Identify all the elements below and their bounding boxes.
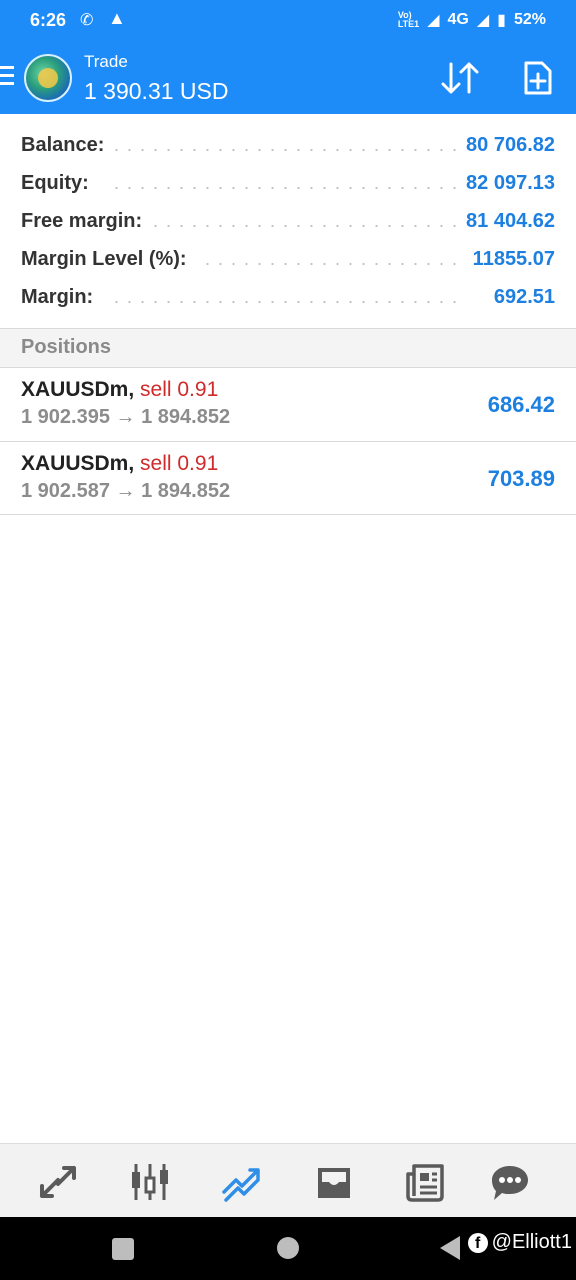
nav-news[interactable] — [404, 1160, 448, 1204]
menu-icon[interactable] — [0, 66, 16, 88]
position-symbol: XAUUSDm, — [21, 452, 135, 475]
summary-value: 692.51 — [483, 286, 555, 309]
summary-label: Margin Level (%): — [21, 248, 197, 271]
position-prices: 1 902.587 → 1 894.852 — [21, 480, 231, 502]
position-prices: 1 902.395 → 1 894.852 — [21, 406, 231, 428]
summary-label: Free margin: — [21, 210, 153, 233]
summary-value: 11855.07 — [462, 248, 555, 271]
summary-row-balance: Balance: 80 706.82 — [0, 126, 576, 164]
back-button[interactable] — [440, 1236, 460, 1260]
summary-row-margin-level: Margin Level (%): 11855.07 — [0, 240, 576, 278]
network-label: 4G — [447, 11, 469, 28]
status-time: 6:26 — [30, 10, 67, 30]
summary-value: 82 097.13 — [456, 172, 555, 195]
recents-button[interactable] — [112, 1238, 134, 1260]
candlestick-icon — [132, 1164, 168, 1200]
app-logo[interactable] — [24, 54, 72, 102]
divider — [0, 514, 576, 515]
bottom-navigation — [0, 1143, 576, 1217]
position-row[interactable]: XAUUSDm, sell 0.91 1 902.395 → 1 894.852… — [0, 368, 576, 442]
sort-icon[interactable] — [440, 60, 480, 96]
new-order-icon[interactable] — [520, 60, 556, 96]
home-button[interactable] — [277, 1237, 299, 1259]
summary-value: 80 706.82 — [456, 134, 555, 157]
signal-icon-2: ◢ — [476, 12, 490, 29]
watermark-text: @Elliott1 — [491, 1231, 572, 1253]
position-profit: 686.42 — [487, 392, 555, 417]
nav-history[interactable] — [312, 1160, 356, 1204]
system-navigation-bar: f @Elliott1 — [0, 1217, 576, 1280]
signal-icon: ◢ — [427, 12, 440, 29]
nav-chart[interactable] — [128, 1160, 172, 1204]
trend-lines-icon — [222, 1168, 260, 1202]
chat-bubble-icon — [492, 1166, 528, 1200]
account-summary: Balance: 80 706.82 Equity: 82 097.13 Fre… — [0, 126, 576, 316]
positions-section-header: Positions — [0, 329, 576, 367]
positions-title: Positions — [21, 336, 112, 358]
newspaper-icon — [406, 1164, 444, 1202]
position-side: sell 0.91 — [140, 452, 219, 475]
summary-row-margin: Margin: 692.51 — [0, 278, 576, 316]
summary-value: 81 404.62 — [456, 210, 555, 233]
position-row[interactable]: XAUUSDm, sell 0.91 1 902.587 → 1 894.852… — [0, 442, 576, 516]
arrows-exchange-icon — [40, 1166, 76, 1198]
watermark: f @Elliott1 — [467, 1231, 572, 1254]
inbox-icon — [318, 1168, 350, 1198]
toolbar: Trade 1 390.31 USD — [0, 40, 576, 114]
summary-label: Balance: — [21, 134, 115, 157]
position-symbol: XAUUSDm, — [21, 378, 135, 401]
summary-label: Margin: — [21, 286, 104, 309]
battery-icon: ▮ — [497, 12, 506, 29]
position-side: sell 0.91 — [140, 378, 219, 401]
facebook-icon: f — [467, 1232, 488, 1253]
position-profit: 703.89 — [487, 466, 555, 491]
app-header: 6:26 ✆ ▲ Vo) LTE1 ◢ 4G ◢ ▮ 52% Trade 1 39… — [0, 0, 576, 114]
summary-row-equity: Equity: 82 097.13 — [0, 164, 576, 202]
summary-row-free-margin: Free margin: 81 404.62 — [0, 202, 576, 240]
summary-label: Equity: — [21, 172, 99, 195]
nav-trade[interactable] — [220, 1160, 264, 1204]
header-profit: 1 390.31 USD — [84, 78, 229, 104]
battery-level: 52% — [513, 11, 546, 28]
nav-quotes[interactable] — [36, 1160, 80, 1204]
volte-icon: Vo) LTE1 — [397, 10, 420, 29]
nav-messages[interactable] — [488, 1160, 532, 1204]
warning-icon: ▲ — [108, 8, 126, 28]
status-bar: 6:26 ✆ ▲ Vo) LTE1 ◢ 4G ◢ ▮ 52% — [0, 0, 576, 40]
page-title: Trade — [84, 52, 128, 71]
wifi-call-icon: ✆ — [80, 12, 94, 29]
